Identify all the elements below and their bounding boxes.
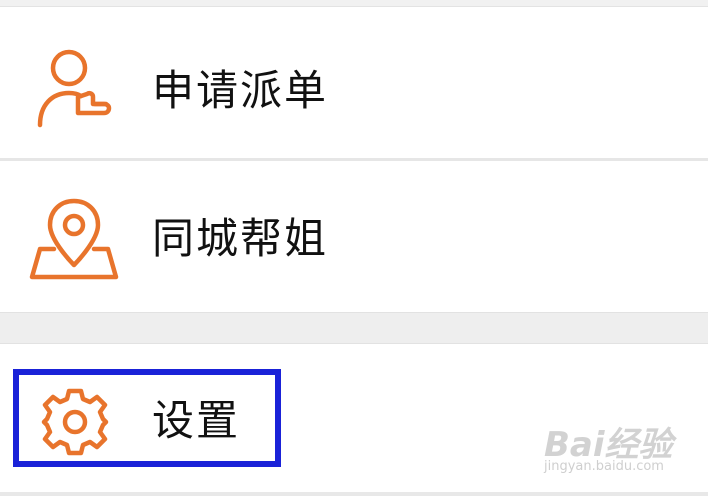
menu-item-label: 同城帮姐	[152, 214, 329, 263]
menu-item-apply-dispatch[interactable]: 申请派单	[0, 7, 708, 158]
menu-item-local-helper[interactable]: 同城帮姐	[0, 161, 708, 312]
map-location-icon	[29, 198, 119, 280]
user-pointing-icon	[37, 49, 112, 128]
top-divider	[0, 0, 708, 7]
section-separator	[0, 312, 708, 344]
highlight-frame	[13, 369, 281, 467]
watermark: Bai经验 jingyan.baidu.com	[544, 415, 704, 475]
watermark-url: jingyan.baidu.com	[544, 459, 664, 474]
menu-item-label: 申请派单	[152, 66, 329, 115]
divider	[0, 492, 708, 496]
